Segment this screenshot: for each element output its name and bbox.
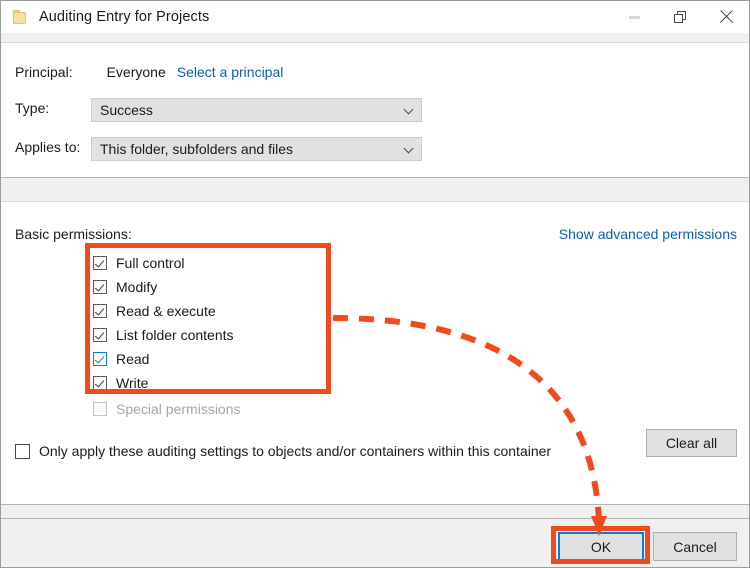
permission-label: Write	[116, 375, 149, 391]
checkbox-list-folder-contents[interactable]	[93, 328, 107, 342]
permissions-area: Basic permissions: Show advanced permiss…	[1, 203, 749, 504]
close-icon	[719, 10, 733, 24]
checkbox-special-permissions	[93, 402, 107, 416]
show-advanced-permissions-link[interactable]: Show advanced permissions	[559, 226, 737, 242]
permission-item-special-permissions: Special permissions	[93, 401, 241, 417]
restore-button[interactable]	[657, 1, 703, 33]
type-row: Type:	[15, 100, 49, 116]
folder-icon	[13, 10, 29, 24]
only-apply-label: Only apply these auditing settings to ob…	[39, 443, 552, 459]
principal-label: Principal:	[15, 64, 73, 80]
type-label: Type:	[15, 100, 50, 116]
checkbox-read[interactable]	[93, 352, 107, 366]
principal-row: Principal: Everyone Select a principal	[15, 64, 283, 80]
only-apply-row[interactable]: Only apply these auditing settings to ob…	[15, 443, 551, 459]
basic-permissions-label: Basic permissions:	[15, 226, 132, 242]
checkbox-modify[interactable]	[93, 280, 107, 294]
permission-label: List folder contents	[116, 327, 234, 343]
chevron-down-icon	[403, 104, 414, 115]
basic-permissions-list: Full control Modify Read & execute List …	[93, 251, 328, 395]
permission-item-full-control[interactable]: Full control	[93, 251, 328, 275]
checkbox-only-apply-to-this-container[interactable]	[15, 443, 30, 459]
permission-label: Modify	[116, 279, 158, 295]
auditing-entry-dialog: Auditing Entry for Projects Principal: E…	[0, 0, 750, 568]
title-bar: Auditing Entry for Projects	[1, 1, 749, 33]
checkbox-write[interactable]	[93, 376, 107, 390]
permission-label: Full control	[116, 255, 185, 271]
applies-to-dropdown-value: This folder, subfolders and files	[100, 141, 293, 157]
permission-item-read[interactable]: Read	[93, 347, 328, 371]
section-separator	[1, 177, 749, 202]
permission-item-read-execute[interactable]: Read & execute	[93, 299, 328, 323]
select-a-principal-link[interactable]: Select a principal	[177, 64, 284, 80]
permission-item-write[interactable]: Write	[93, 371, 328, 395]
cancel-button[interactable]: Cancel	[653, 532, 737, 561]
applies-to-label: Applies to:	[15, 139, 81, 155]
permission-item-modify[interactable]: Modify	[93, 275, 328, 299]
chevron-down-icon	[403, 143, 414, 154]
ok-button[interactable]: OK	[558, 532, 644, 561]
window-title: Auditing Entry for Projects	[39, 9, 210, 25]
permission-label: Read	[116, 351, 150, 367]
title-underband	[1, 33, 749, 43]
permission-label: Read & execute	[116, 303, 216, 319]
window-controls	[611, 1, 749, 33]
checkbox-read-execute[interactable]	[93, 304, 107, 318]
clear-all-button[interactable]: Clear all	[646, 429, 737, 457]
minimize-icon	[628, 15, 640, 19]
checkbox-full-control[interactable]	[93, 256, 107, 270]
applies-to-row: Applies to:	[15, 139, 80, 155]
footer-separator	[1, 504, 749, 519]
principal-value: Everyone	[106, 64, 166, 80]
minimize-button[interactable]	[611, 1, 657, 33]
type-dropdown[interactable]: Success	[91, 98, 422, 122]
applies-to-dropdown[interactable]: This folder, subfolders and files	[91, 137, 422, 161]
restore-icon	[673, 10, 687, 24]
dialog-footer: OK Cancel	[1, 519, 749, 567]
close-button[interactable]	[703, 1, 749, 33]
permission-item-list-folder-contents[interactable]: List folder contents	[93, 323, 328, 347]
permission-label: Special permissions	[116, 401, 241, 417]
type-dropdown-value: Success	[100, 102, 153, 118]
